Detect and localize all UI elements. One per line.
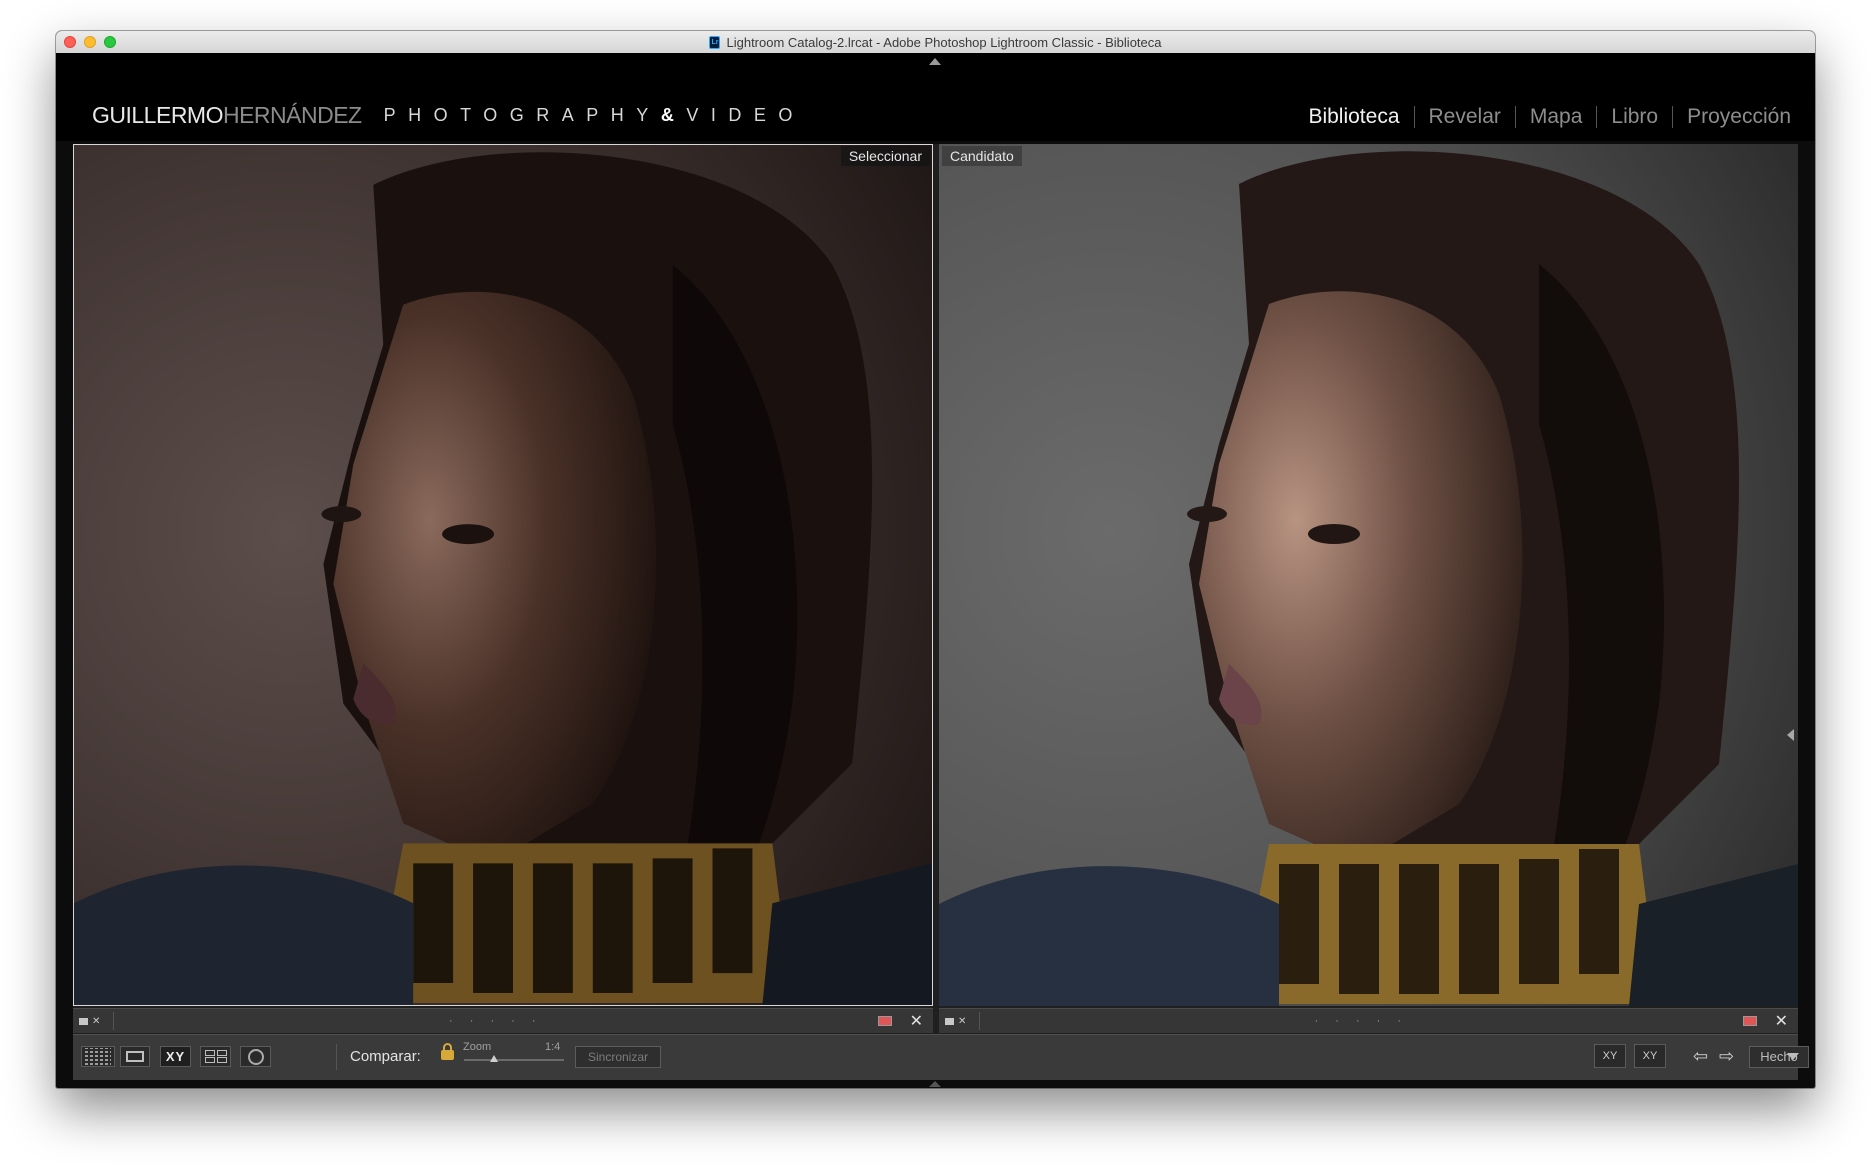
identity-plate: GUILLERMO HERNÁNDEZ PHOTOGRAPHY&VIDEO — [92, 100, 805, 130]
done-button[interactable]: Hecho — [1749, 1046, 1809, 1068]
select-pane: Seleccionar ✕ · · · · · ✕ — [73, 144, 933, 1034]
select-close-icon[interactable]: ✕ — [910, 1011, 923, 1031]
module-divider — [1672, 106, 1674, 128]
module-picker-bar: GUILLERMO HERNÁNDEZ PHOTOGRAPHY&VIDEO Bi… — [56, 53, 1815, 141]
compare-view: Seleccionar ✕ · · · · · ✕ Candidato ✕ · … — [73, 144, 1798, 1034]
identity-tagline-b: VIDEO — [686, 104, 805, 125]
make-select-button[interactable]: XY — [1634, 1044, 1666, 1068]
grid-view-icon — [85, 1048, 111, 1065]
survey-view-button[interactable] — [200, 1046, 231, 1067]
survey-view-icon — [204, 1050, 227, 1063]
reject-flag-icon[interactable]: ✕ — [92, 1016, 100, 1027]
module-revelar[interactable]: Revelar — [1429, 105, 1501, 129]
right-panel-toggle-icon[interactable] — [1787, 729, 1794, 741]
window-controls — [64, 36, 116, 48]
candidate-close-icon[interactable]: ✕ — [1775, 1011, 1788, 1031]
sync-button[interactable]: Sincronizar — [575, 1046, 661, 1068]
swap-button[interactable]: XY — [1594, 1044, 1626, 1068]
module-divider — [1514, 106, 1516, 128]
zoom-value: 1:4 — [545, 1041, 561, 1053]
module-divider — [1413, 106, 1415, 128]
identity-name-first: GUILLERMO — [92, 101, 223, 128]
select-star-rating[interactable]: · · · · · — [114, 1015, 878, 1027]
identity-tagline-a: PHOTOGRAPHY — [383, 104, 661, 125]
identity-name-last: HERNÁNDEZ — [222, 101, 362, 128]
identity-tagline-amp: & — [660, 104, 687, 125]
compare-view-button[interactable]: XY — [160, 1046, 191, 1067]
maximize-window-button[interactable] — [104, 36, 116, 48]
people-view-icon — [247, 1048, 264, 1065]
left-arrow-icon[interactable]: ⇦ — [1693, 1044, 1708, 1068]
minimize-window-button[interactable] — [84, 36, 96, 48]
toolbar-menu-chevron-down-icon[interactable] — [1787, 1053, 1799, 1060]
module-biblioteca[interactable]: Biblioteca — [1308, 105, 1399, 129]
pick-flag-icon[interactable] — [79, 1017, 88, 1025]
loupe-view-icon — [126, 1051, 144, 1062]
close-window-button[interactable] — [64, 36, 76, 48]
module-mapa[interactable]: Mapa — [1530, 105, 1583, 129]
compare-view-icon: XY — [165, 1049, 186, 1064]
loupe-view-button[interactable] — [120, 1046, 150, 1067]
right-arrow-icon[interactable]: ⇨ — [1719, 1044, 1734, 1068]
module-divider — [1596, 106, 1598, 128]
lightroom-app-icon: Lr — [709, 35, 721, 49]
toolbar-divider — [336, 1044, 337, 1070]
module-proyeccion[interactable]: Proyección — [1687, 105, 1791, 129]
select-photo[interactable] — [73, 144, 933, 1006]
select-color-label[interactable] — [877, 1016, 892, 1026]
zoom-slider[interactable] — [464, 1055, 564, 1062]
app-window: Lr Lightroom Catalog-2.lrcat - Adobe Pho… — [56, 31, 1815, 1088]
collapse-top-panel-arrow-icon[interactable] — [929, 58, 941, 65]
compare-label: Comparar: — [350, 1048, 421, 1065]
candidate-star-rating[interactable]: · · · · · — [980, 1015, 1743, 1027]
zoom-label: Zoom — [463, 1041, 492, 1053]
zoom-slider-thumb[interactable] — [490, 1055, 498, 1062]
select-info-strip: ✕ · · · · · ✕ — [73, 1008, 933, 1033]
people-view-button[interactable] — [240, 1046, 271, 1067]
select-label: Seleccionar — [840, 146, 930, 166]
portrait-image-select — [74, 145, 932, 1005]
lock-icon[interactable] — [441, 1043, 454, 1060]
candidate-info-strip: ✕ · · · · · ✕ — [939, 1008, 1798, 1033]
select-flag-controls: ✕ — [73, 1016, 113, 1027]
candidate-flag-controls: ✕ — [939, 1016, 979, 1027]
window-title: Lightroom Catalog-2.lrcat - Adobe Photos… — [726, 34, 1162, 50]
candidate-color-label[interactable] — [1742, 1016, 1757, 1026]
module-picker: Biblioteca Revelar Mapa Libro Proyección — [1308, 105, 1791, 129]
identity-tagline: PHOTOGRAPHY&VIDEO — [384, 105, 805, 126]
window-title-group: Lr Lightroom Catalog-2.lrcat - Adobe Pho… — [709, 34, 1162, 50]
candidate-photo[interactable] — [939, 144, 1798, 1006]
reject-flag-icon[interactable]: ✕ — [958, 1016, 966, 1027]
compare-toolbar: XY Comparar: Zoom 1:4 Sincronizar XY XY … — [73, 1034, 1809, 1080]
module-libro[interactable]: Libro — [1611, 105, 1658, 129]
expand-filmstrip-arrow-icon[interactable] — [929, 1081, 941, 1087]
portrait-image-candidate — [939, 144, 1798, 1006]
pick-flag-icon[interactable] — [945, 1017, 954, 1025]
candidate-pane: Candidato ✕ · · · · · ✕ — [939, 144, 1798, 1034]
title-bar: Lr Lightroom Catalog-2.lrcat - Adobe Pho… — [56, 31, 1815, 54]
grid-view-button[interactable] — [81, 1046, 115, 1067]
candidate-label: Candidato — [942, 146, 1022, 166]
